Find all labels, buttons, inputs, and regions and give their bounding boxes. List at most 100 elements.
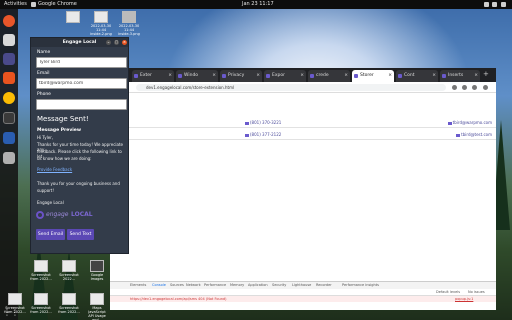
console-error-row: https://dev1.engagelocal.com/api/sms 404… <box>110 296 496 302</box>
preview-text-line: us know how we are doing: <box>37 156 92 161</box>
phone-cell[interactable]: (801) 377-2122 <box>245 132 281 137</box>
file-thumbnail-icon <box>34 293 48 305</box>
engage-local-popup: Engage Local – □ × Name Email Phone Mess… <box>30 37 129 254</box>
devtools-tabs: Elements Console Sources Network Perform… <box>110 282 496 289</box>
log-level-select[interactable]: Default levels <box>436 289 460 296</box>
desktop-file[interactable]: Screenshot from 2022... <box>58 293 80 314</box>
devtools-tab[interactable]: Lighthouse <box>292 282 311 289</box>
terminal-icon[interactable] <box>3 112 15 124</box>
phone-field[interactable] <box>36 99 127 110</box>
desktop-file[interactable]: Screenshot from 2022... <box>30 260 52 281</box>
tab-favicon-icon <box>222 74 226 78</box>
close-tab-icon[interactable]: × <box>256 70 260 82</box>
desktop-file[interactable]: 2022-03-30 11:44 inside-2.png <box>90 11 112 36</box>
file-thumbnail-icon <box>62 260 76 272</box>
address-bar[interactable]: dev1.engagelocal.com/store-extension.htm… <box>136 84 446 91</box>
browser-tab[interactable]: Privacy × <box>220 70 262 82</box>
desktop-file[interactable] <box>62 11 84 24</box>
email-field[interactable] <box>36 78 127 89</box>
console-error-source[interactable]: popup.js:1 <box>455 296 473 302</box>
file-thumbnail-icon <box>90 293 104 305</box>
desktop-file[interactable]: Google Images <box>86 260 108 281</box>
devtools-tab[interactable]: Memory <box>230 282 244 289</box>
browser-tab[interactable]: Expor × <box>264 70 306 82</box>
desktop-file[interactable]: Screenshot from 2022... <box>30 293 52 314</box>
devtools-tab[interactable]: Recorder <box>316 282 332 289</box>
email-cell[interactable]: tbird@test.com <box>456 132 492 137</box>
power-icon[interactable] <box>501 2 506 7</box>
devtools-tab[interactable]: Performance insights <box>342 282 379 289</box>
provide-feedback-link[interactable]: Provide Feedback <box>37 167 72 172</box>
devtools-tab[interactable]: Elements <box>130 282 146 289</box>
activities-button[interactable]: Activities <box>4 0 27 9</box>
logo-ring-icon <box>36 211 44 219</box>
devtools-console-toolbar: Default levels No issues <box>110 289 496 296</box>
devtools-tab[interactable]: Sources <box>170 282 184 289</box>
logo-word: LOCAL <box>71 211 93 218</box>
close-tab-icon[interactable]: × <box>388 70 392 82</box>
phone-icon <box>245 121 249 125</box>
top-bar: Activities Google Chrome Jan 23 11:17 <box>0 0 512 9</box>
menu-icon[interactable] <box>483 85 488 90</box>
devtools-tab-active[interactable]: Console <box>152 282 166 289</box>
send-email-button[interactable]: Send Email <box>36 229 65 240</box>
desktop-file[interactable]: Screenshot from 2022... <box>4 293 26 314</box>
chrome-icon[interactable] <box>3 92 15 104</box>
email-cell[interactable]: tbird@warpmo.com <box>447 120 492 125</box>
devtools-tab[interactable]: Security <box>272 282 286 289</box>
popup-titlebar: Engage Local – □ × <box>31 38 128 47</box>
popup-title: Engage Local <box>62 40 97 45</box>
volume-icon[interactable] <box>492 2 497 7</box>
close-tab-icon[interactable]: × <box>212 70 216 82</box>
message-preview-heading: Message Preview <box>37 128 82 133</box>
software-center-icon[interactable] <box>3 72 15 84</box>
minimize-icon[interactable]: – <box>106 40 111 45</box>
page-content: (801) 370-3221 tbird@warpmo.com (801) 37… <box>110 93 496 281</box>
files-icon[interactable] <box>3 34 15 46</box>
firefox-icon[interactable] <box>3 15 15 27</box>
devtools-tab[interactable]: Application <box>248 282 268 289</box>
close-tab-icon[interactable]: × <box>300 70 304 82</box>
browser-tab[interactable]: Exter × <box>132 70 174 82</box>
desktop-file[interactable]: 2022-03-30 11:44 inside-3.png <box>118 11 140 36</box>
puzzle-icon[interactable] <box>462 85 467 90</box>
devtools-tab[interactable]: Performance <box>204 282 226 289</box>
send-text-button[interactable]: Send Text <box>67 229 94 240</box>
devtools-panel: Elements Console Sources Network Perform… <box>110 281 496 310</box>
phone-cell[interactable]: (801) 370-3221 <box>245 120 281 125</box>
device-icon[interactable] <box>3 152 15 164</box>
editor-icon[interactable] <box>3 132 15 144</box>
table-row: (801) 377-2122 tbird@test.com <box>110 130 496 140</box>
network-icon[interactable] <box>484 2 489 7</box>
preview-greeting: Hi Tyler, <box>37 135 54 140</box>
browser-tab[interactable]: Inserts × <box>440 70 480 82</box>
maximize-icon[interactable]: □ <box>114 40 119 45</box>
close-tab-icon[interactable]: × <box>432 70 436 82</box>
browser-tab[interactable]: crede × <box>308 70 350 82</box>
file-thumbnail-icon <box>94 11 108 23</box>
browser-tab-active[interactable]: Storer × <box>352 70 394 82</box>
thanks-text-line: support! <box>37 188 54 193</box>
extension-icon[interactable] <box>452 85 457 90</box>
desktop-file[interactable]: Screenshot 2022... <box>58 260 80 281</box>
tab-strip: Exter × Windo × Privacy × Expor × crede × Sto… <box>110 68 496 82</box>
email-icon <box>456 133 461 137</box>
chrome-app-icon <box>31 2 36 7</box>
close-icon[interactable]: × <box>122 40 127 45</box>
devtools-tab[interactable]: Network <box>186 282 201 289</box>
close-tab-icon[interactable]: × <box>344 70 348 82</box>
close-tab-icon[interactable]: × <box>474 70 478 82</box>
close-tab-icon[interactable]: × <box>168 70 172 82</box>
issues-count[interactable]: No issues <box>468 289 485 296</box>
profile-icon[interactable] <box>472 85 477 90</box>
browser-tab[interactable]: Cont × <box>396 70 438 82</box>
desktop-file[interactable]: Maps JavaScript API Usage and... <box>86 293 108 320</box>
dock: ⋮⋮ <box>0 9 19 320</box>
tab-favicon-icon <box>442 74 446 78</box>
new-tab-icon[interactable]: + <box>483 70 489 78</box>
name-field[interactable] <box>36 57 127 68</box>
app-icon[interactable] <box>3 53 15 65</box>
app-menu[interactable]: Google Chrome <box>38 0 77 9</box>
browser-tab[interactable]: Windo × <box>176 70 218 82</box>
clock[interactable]: Jan 23 11:17 <box>242 0 274 9</box>
